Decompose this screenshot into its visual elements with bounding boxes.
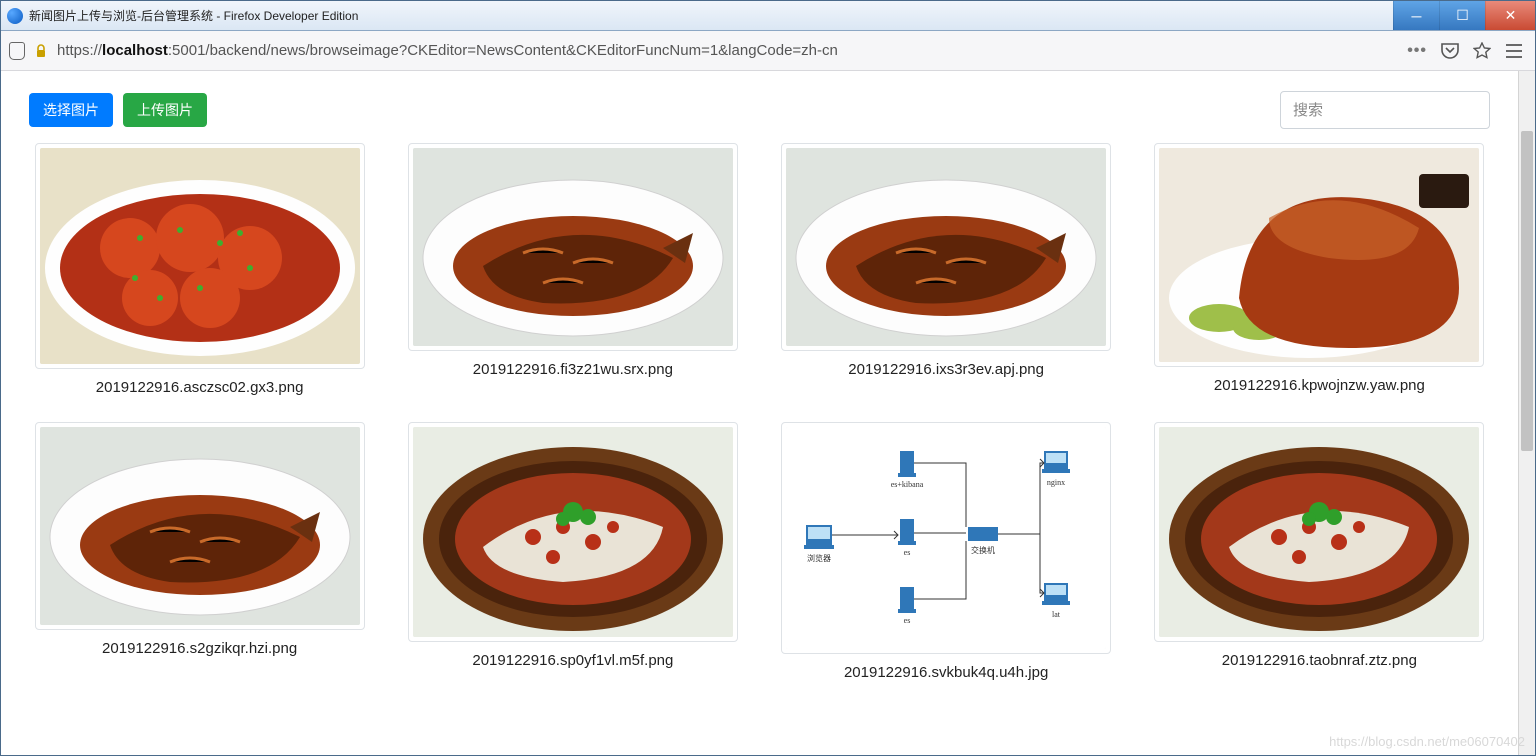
image-cell: 2019122916.sp0yf1vl.m5f.png — [402, 422, 743, 681]
url-scheme: https:// — [57, 42, 102, 59]
page-content: 选择图片 上传图片 2019122916.asczsc02.gx3.png201… — [21, 71, 1498, 755]
image-cell: 浏览器 es+kibana es es 交换机 nginx lat 201912… — [776, 422, 1117, 681]
page-toolbar: 选择图片 上传图片 — [21, 71, 1498, 143]
image-cell: 2019122916.fi3z21wu.srx.png — [402, 143, 743, 396]
lock-warning-icon[interactable] — [35, 44, 47, 58]
address-bar: https://localhost:5001/backend/news/brow… — [1, 31, 1535, 71]
image-thumbnail[interactable] — [1154, 143, 1484, 367]
image-thumbnail[interactable]: 浏览器 es+kibana es es 交换机 nginx lat — [781, 422, 1111, 654]
image-cell: 2019122916.s2gzikqr.hzi.png — [29, 422, 370, 681]
image-thumbnail[interactable] — [1154, 422, 1484, 642]
svg-text:nginx: nginx — [1047, 478, 1065, 487]
window-titlebar: 新闻图片上传与浏览-后台管理系统 - Firefox Developer Edi… — [1, 1, 1535, 31]
address-actions: ••• — [1407, 42, 1527, 60]
scrollbar-thumb[interactable] — [1521, 131, 1533, 451]
tracking-shield-icon[interactable] — [9, 42, 25, 60]
url-rest: :5001/backend/news/browseimage?CKEditor=… — [168, 42, 838, 59]
image-thumbnail[interactable] — [35, 422, 365, 630]
image-thumbnail[interactable] — [35, 143, 365, 369]
page-viewport: 选择图片 上传图片 2019122916.asczsc02.gx3.png201… — [1, 71, 1535, 755]
menu-icon[interactable] — [1505, 44, 1523, 58]
upload-image-button[interactable]: 上传图片 — [123, 93, 207, 127]
window-buttons: ─ ☐ ✕ — [1393, 1, 1535, 30]
image-cell: 2019122916.ixs3r3ev.apj.png — [776, 143, 1117, 396]
window-title: 新闻图片上传与浏览-后台管理系统 - Firefox Developer Edi… — [29, 7, 1393, 24]
page-actions-icon[interactable]: ••• — [1407, 42, 1427, 60]
image-filename: 2019122916.taobnraf.ztz.png — [1149, 652, 1490, 669]
url-display[interactable]: https://localhost:5001/backend/news/brow… — [57, 42, 1397, 59]
image-cell: 2019122916.taobnraf.ztz.png — [1149, 422, 1490, 681]
bookmark-star-icon[interactable] — [1473, 42, 1491, 60]
pocket-icon[interactable] — [1441, 43, 1459, 59]
window-maximize-button[interactable]: ☐ — [1439, 1, 1485, 30]
image-filename: 2019122916.kpwojnzw.yaw.png — [1149, 377, 1490, 394]
svg-text:es+kibana: es+kibana — [891, 480, 924, 489]
select-image-button[interactable]: 选择图片 — [29, 93, 113, 127]
window-minimize-button[interactable]: ─ — [1393, 1, 1439, 30]
search-input[interactable] — [1280, 91, 1490, 129]
firefox-icon — [7, 8, 23, 24]
browser-window: 新闻图片上传与浏览-后台管理系统 - Firefox Developer Edi… — [0, 0, 1536, 756]
image-filename: 2019122916.fi3z21wu.srx.png — [402, 361, 743, 378]
svg-text:es: es — [904, 616, 911, 625]
image-gallery: 2019122916.asczsc02.gx3.png 2019122916.fi… — [21, 143, 1498, 701]
url-host: localhost — [102, 42, 168, 59]
svg-text:交换机: 交换机 — [971, 545, 995, 555]
image-filename: 2019122916.svkbuk4q.u4h.jpg — [776, 664, 1117, 681]
image-thumbnail[interactable] — [781, 143, 1111, 351]
svg-text:lat: lat — [1052, 610, 1061, 619]
image-thumbnail[interactable] — [408, 143, 738, 351]
image-thumbnail[interactable] — [408, 422, 738, 642]
image-filename: 2019122916.s2gzikqr.hzi.png — [29, 640, 370, 657]
image-cell: 2019122916.asczsc02.gx3.png — [29, 143, 370, 396]
watermark-text: https://blog.csdn.net/me06070402 — [1329, 734, 1525, 749]
svg-text:es: es — [904, 548, 911, 557]
window-close-button[interactable]: ✕ — [1485, 1, 1535, 30]
image-cell: 2019122916.kpwojnzw.yaw.png — [1149, 143, 1490, 396]
svg-text:浏览器: 浏览器 — [807, 553, 831, 563]
image-filename: 2019122916.ixs3r3ev.apj.png — [776, 361, 1117, 378]
vertical-scrollbar[interactable] — [1518, 71, 1535, 755]
image-filename: 2019122916.asczsc02.gx3.png — [29, 379, 370, 396]
image-filename: 2019122916.sp0yf1vl.m5f.png — [402, 652, 743, 669]
